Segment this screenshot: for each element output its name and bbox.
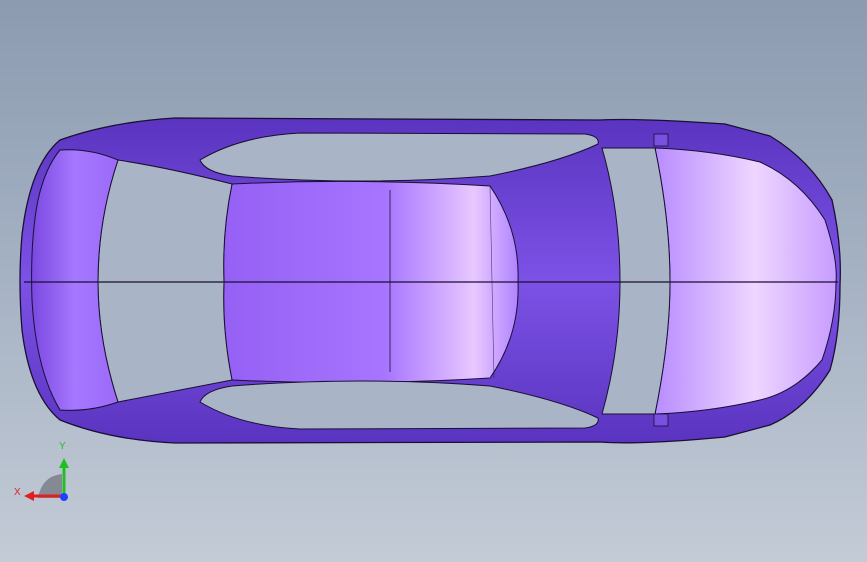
y-axis-label: Y: [59, 441, 66, 452]
y-axis-arrow: [59, 458, 69, 468]
x-axis-label: X: [14, 487, 21, 498]
x-axis-arrow: [24, 491, 34, 501]
rear-window-opening: [97, 159, 233, 403]
car-body-model[interactable]: [0, 0, 867, 562]
coordinate-triad: X Y: [10, 438, 80, 508]
graphics-viewport[interactable]: X Y: [0, 0, 867, 562]
z-axis-dot: [60, 493, 68, 501]
